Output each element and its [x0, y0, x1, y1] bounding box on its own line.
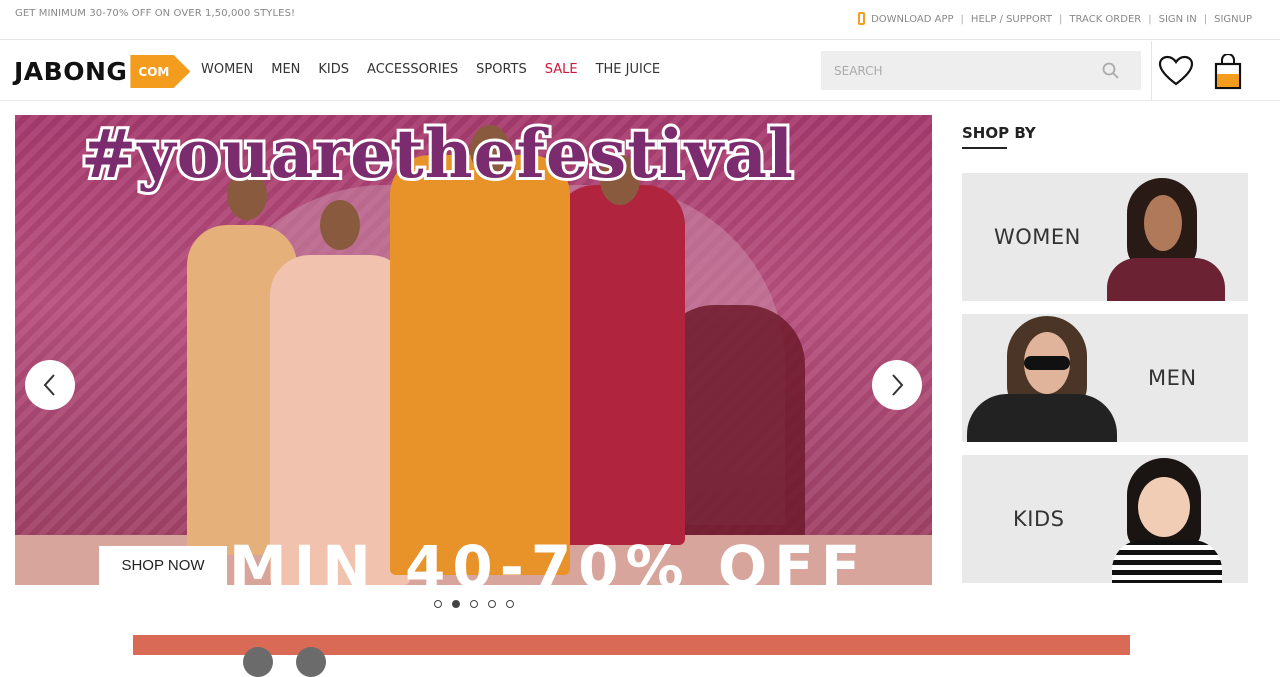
separator: |: [1203, 14, 1208, 25]
nav-kids[interactable]: KIDS: [318, 62, 349, 77]
separator: |: [960, 14, 964, 25]
track-order-link[interactable]: TRACK ORDER: [1069, 14, 1141, 25]
shop-by-kids-card[interactable]: KIDS: [962, 455, 1248, 583]
banner-shape: [296, 647, 326, 677]
model-figure: [390, 155, 570, 575]
top-bar: GET MINIMUM 30-70% OFF ON OVER 1,50,000 …: [0, 0, 1280, 40]
search-box: [821, 51, 1141, 90]
shop-by-heading: SHOP BY: [962, 124, 1036, 142]
model-head: [320, 200, 360, 250]
header-divider: [1151, 41, 1152, 100]
nav-sale[interactable]: SALE: [545, 62, 578, 77]
carousel-dot-active[interactable]: [452, 600, 460, 608]
banner-shape: [243, 647, 273, 677]
shop-by-men-card[interactable]: MEN: [962, 314, 1248, 442]
nav-women[interactable]: WOMEN: [201, 62, 253, 77]
promo-text: GET MINIMUM 30-70% OFF ON OVER 1,50,000 …: [15, 8, 296, 19]
logo-text: JABONG: [14, 57, 128, 86]
wishlist-heart-icon[interactable]: [1158, 55, 1194, 91]
carousel-dot[interactable]: [470, 600, 478, 608]
nav-accessories[interactable]: ACCESSORIES: [367, 62, 458, 77]
signup-link[interactable]: SIGNUP: [1214, 14, 1252, 25]
sunglasses-shape: [1024, 356, 1070, 370]
mobile-phone-icon: [858, 12, 866, 25]
carousel-dots: [434, 600, 514, 608]
carousel-dot[interactable]: [506, 600, 514, 608]
chevron-right-icon: [892, 374, 904, 396]
help-support-link[interactable]: HELP / SUPPORT: [971, 14, 1052, 25]
hero-offer: MIN 40-70% OFF: [229, 533, 868, 585]
shop-now-button[interactable]: SHOP NOW: [99, 546, 227, 585]
hero-tagline: #youarethefestival: [78, 115, 796, 196]
hero-banner[interactable]: #youarethefestival MIN 40-70% OFF SHOP N…: [15, 115, 932, 585]
kid-model-face: [1138, 477, 1190, 537]
search-input[interactable]: [821, 51, 1081, 90]
shopping-bag-icon[interactable]: [1213, 53, 1243, 94]
kid-model-body: [1112, 540, 1222, 583]
carousel-next-button[interactable]: [872, 360, 922, 410]
sign-in-link[interactable]: SIGN IN: [1159, 14, 1197, 25]
card-label-kids: KIDS: [1013, 507, 1065, 531]
carousel-prev-button[interactable]: [25, 360, 75, 410]
logo-com-badge: COM: [130, 55, 191, 88]
main-nav: WOMEN MEN KIDS ACCESSORIES SPORTS SALE T…: [201, 62, 660, 77]
woman-model-face: [1144, 195, 1182, 251]
download-app-link[interactable]: DOWNLOAD APP: [871, 14, 953, 25]
woman-model-body: [1107, 258, 1225, 301]
main-header: JABONG COM WOMEN MEN KIDS ACCESSORIES SP…: [0, 41, 1280, 101]
man-model-body: [967, 394, 1117, 442]
secondary-banner[interactable]: [133, 635, 1130, 677]
model-figure: [555, 185, 685, 545]
carousel-dot[interactable]: [434, 600, 442, 608]
card-label-women: WOMEN: [994, 225, 1081, 249]
search-icon[interactable]: [1102, 62, 1119, 83]
top-links: DOWNLOAD APP | HELP / SUPPORT | TRACK OR…: [858, 12, 1252, 26]
separator: |: [1148, 14, 1152, 25]
separator: |: [1059, 14, 1063, 25]
card-label-men: MEN: [1148, 366, 1197, 390]
nav-men[interactable]: MEN: [271, 62, 300, 77]
nav-sports[interactable]: SPORTS: [476, 62, 527, 77]
jabong-logo[interactable]: JABONG COM: [14, 55, 191, 88]
nav-the-juice[interactable]: THE JUICE: [596, 62, 661, 77]
heading-underline: [962, 147, 1007, 149]
shop-by-women-card[interactable]: WOMEN: [962, 173, 1248, 301]
carousel-dot[interactable]: [488, 600, 496, 608]
chevron-left-icon: [43, 374, 55, 396]
